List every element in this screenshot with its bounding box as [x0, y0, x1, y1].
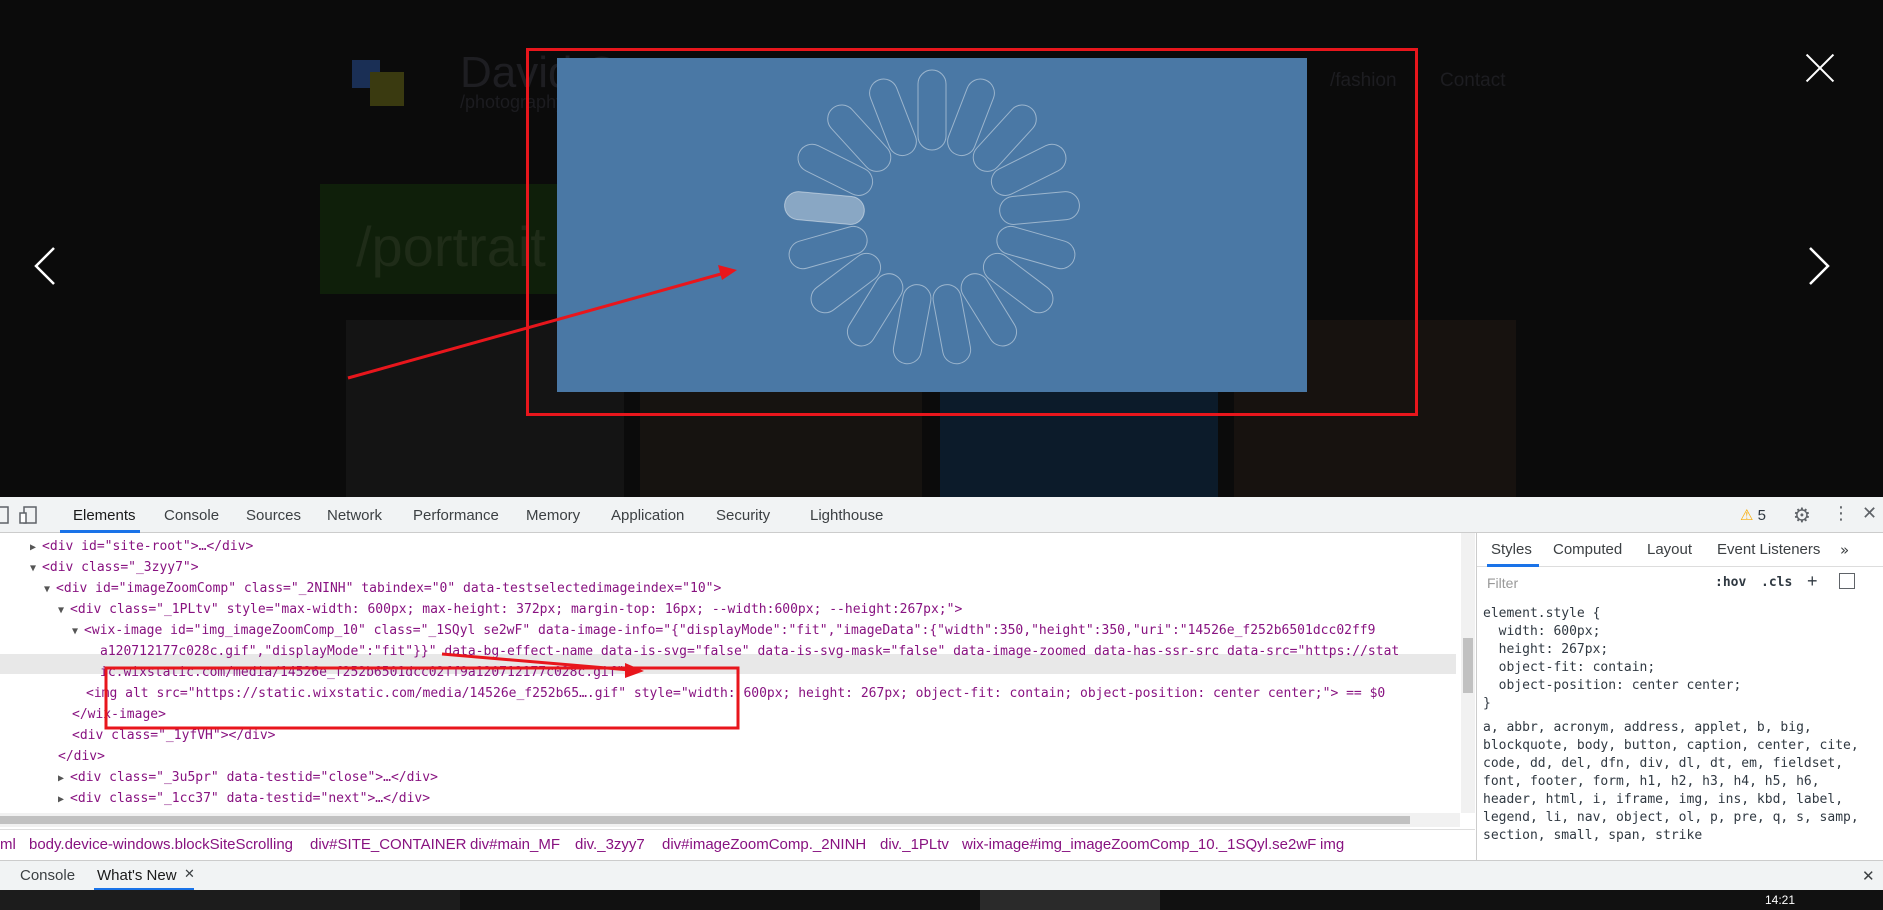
breadcrumb-item[interactable]: body.device-windows.blockSiteScrolling [29, 836, 293, 853]
inspect-icon[interactable] [0, 505, 14, 525]
dom-node-line[interactable]: <img alt src="https://static.wixstatic.c… [86, 684, 1385, 704]
computed-sidebar-icon[interactable] [1839, 573, 1855, 589]
warning-badge[interactable]: ⚠ 5 [1740, 506, 1766, 524]
breadcrumb: ml body.device-windows.blockSiteScrollin… [0, 829, 1475, 859]
breadcrumb-item[interactable]: div#SITE_CONTAINER [310, 836, 466, 853]
dom-node-text: <div class="_1yfVH"></div> [72, 728, 276, 743]
dom-node-text: <div id="imageZoomComp" class="_2NINH" t… [56, 581, 722, 596]
new-rule-icon[interactable]: + [1807, 571, 1818, 592]
dom-node-line[interactable]: </wix-image> [72, 705, 166, 725]
dom-node-line[interactable]: a120712177c028c.gif","displayMode":"fit"… [100, 642, 1399, 662]
devtools-drawer: Console What's New ✕ ✕ [0, 860, 1883, 891]
breadcrumb-item[interactable]: img [1320, 836, 1344, 853]
elements-scrollbar[interactable] [1461, 533, 1475, 813]
element-style-rule: element.style { width: 600px; height: 26… [1483, 606, 1742, 711]
styles-pane: Styles Computed Layout Event Listeners »… [1476, 533, 1883, 863]
breadcrumb-item[interactable]: div#imageZoomComp._2NINH [662, 836, 866, 853]
breadcrumb-item[interactable]: wix-image#img_imageZoomComp_10._1SQyl.se… [962, 836, 1316, 853]
dom-node-line[interactable]: ▼ <div class="_1PLtv" style="max-width: … [58, 600, 962, 620]
inherited-selectors: a, abbr, acronym, address, applet, b, bi… [1483, 720, 1859, 843]
dom-node-text: </div> [58, 749, 105, 764]
dom-node-line[interactable]: ic.wixstatic.com/media/14526e_f252b6501d… [100, 663, 632, 683]
expand-right-icon[interactable]: ▶ [30, 542, 42, 553]
tab-application[interactable]: Application [611, 507, 684, 524]
close-devtools-icon[interactable]: ✕ [1862, 503, 1877, 524]
expand-down-icon[interactable]: ▼ [44, 584, 56, 595]
styles-filter-input[interactable]: Filter [1483, 571, 1703, 595]
breadcrumb-item[interactable]: div._1PLtv [880, 836, 949, 853]
warning-count: 5 [1757, 507, 1766, 524]
dom-node-line[interactable]: ▼ <div class="_3zyy7"> [30, 558, 199, 578]
active-tab-indicator [1487, 564, 1539, 567]
dom-node-text: <img alt src="https://static.wixstatic.c… [86, 686, 1386, 701]
dom-node-text: <div class="_3u5pr" data-testid="close">… [70, 770, 438, 785]
breadcrumb-item[interactable]: ml [0, 836, 16, 853]
device-toolbar-icon[interactable] [18, 505, 38, 525]
expand-down-icon[interactable]: ▼ [72, 626, 84, 637]
tab-elements[interactable]: Elements [73, 507, 136, 524]
tab-sources[interactable]: Sources [246, 507, 301, 524]
close-drawer-icon[interactable]: ✕ [1862, 867, 1875, 885]
prev-button[interactable] [32, 244, 58, 294]
devtools-panel: Elements Console Sources Network Perform… [0, 497, 1883, 910]
more-menu-icon[interactable]: ⋮ [1832, 503, 1850, 524]
expand-down-icon[interactable]: ▼ [30, 563, 42, 574]
expand-right-icon[interactable]: ▶ [58, 773, 70, 784]
dom-node-line[interactable]: <div class="_1yfVH"></div> [72, 726, 276, 746]
dom-node-line[interactable]: ▶ <div class="_3u5pr" data-testid="close… [58, 768, 438, 788]
dom-node-text: <div class="_1PLtv" style="max-width: 60… [70, 602, 963, 617]
dom-node-text: a120712177c028c.gif","displayMode":"fit"… [100, 644, 1400, 659]
styles-tabbar: Styles Computed Layout Event Listeners » [1477, 533, 1883, 567]
dom-node-line[interactable]: ▶ <div id="site-root">…</div> [30, 537, 253, 557]
breadcrumb-item[interactable]: div#main_MF [470, 836, 560, 853]
hov-toggle[interactable]: :hov [1715, 575, 1746, 590]
tab-memory[interactable]: Memory [526, 507, 580, 524]
dom-node-line[interactable]: ▼ <wix-image id="img_imageZoomComp_10" c… [72, 621, 1375, 641]
highlight-box [526, 48, 1418, 416]
dom-node-text: <div id="site-root">…</div> [42, 539, 254, 554]
tab-styles[interactable]: Styles [1491, 541, 1532, 558]
elements-hscrollbar[interactable] [0, 813, 1460, 827]
tab-performance[interactable]: Performance [413, 507, 499, 524]
dom-node-line[interactable]: ▶ <div class="_1cc37" data-testid="next"… [58, 789, 430, 809]
tab-layout[interactable]: Layout [1647, 541, 1692, 558]
clock: 14:21 [1765, 893, 1796, 907]
dom-node-text: ic.wixstatic.com/media/14526e_f252b6501d… [100, 665, 633, 680]
taskbar: 14:21 [0, 890, 1883, 910]
gear-icon[interactable]: ⚙ [1793, 503, 1811, 527]
website-viewport: David Cam /photography /fashion Contact … [0, 0, 1883, 497]
drawer-tab-whats-new[interactable]: What's New [97, 867, 177, 884]
breadcrumb-item[interactable]: div._3zyy7 [575, 836, 645, 853]
devtools-tabbar: Elements Console Sources Network Perform… [0, 497, 1883, 533]
tab-console[interactable]: Console [164, 507, 219, 524]
page: David Cam /photography /fashion Contact … [0, 0, 1883, 910]
dom-node-text: </wix-image> [72, 707, 166, 722]
dom-node-text: <div class="_1cc37" data-testid="next">…… [70, 791, 431, 806]
warning-icon: ⚠ [1740, 507, 1754, 524]
tab-computed[interactable]: Computed [1553, 541, 1622, 558]
drawer-tab-console[interactable]: Console [20, 867, 75, 884]
cls-toggle[interactable]: .cls [1761, 575, 1792, 590]
tab-lighthouse[interactable]: Lighthouse [810, 507, 883, 524]
expand-down-icon[interactable]: ▼ [58, 605, 70, 616]
chevron-left-icon [34, 247, 55, 285]
dom-node-text: <wix-image id="img_imageZoomComp_10" cla… [84, 623, 1376, 638]
tab-event-listeners[interactable]: Event Listeners [1717, 541, 1820, 558]
close-icon[interactable] [1804, 52, 1836, 84]
next-button[interactable] [1806, 244, 1832, 294]
expand-right-icon[interactable]: ▶ [58, 794, 70, 805]
elements-tree: ▶ <div id="site-root">…</div> ▼ <div clas… [0, 533, 1460, 813]
dom-node-line[interactable]: </div> [58, 747, 105, 767]
more-tabs-icon[interactable]: » [1840, 541, 1849, 559]
dom-node-text: <div class="_3zyy7"> [42, 560, 199, 575]
dom-node-line[interactable]: ▼ <div id="imageZoomComp" class="_2NINH"… [44, 579, 721, 599]
tab-network[interactable]: Network [327, 507, 382, 524]
chevron-right-icon [1809, 247, 1830, 285]
tab-security[interactable]: Security [716, 507, 770, 524]
close-tab-icon[interactable]: ✕ [184, 867, 195, 882]
